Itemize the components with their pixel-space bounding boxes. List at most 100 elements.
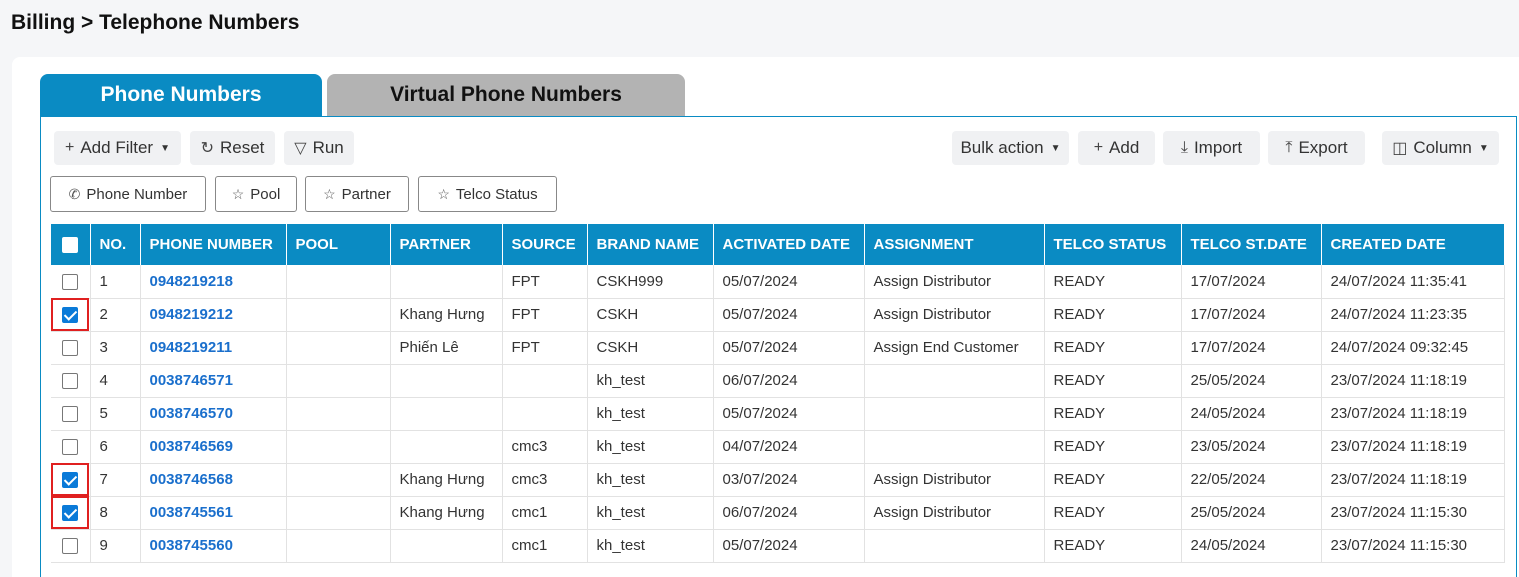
row-checkbox[interactable]	[62, 406, 79, 423]
col-header-partner[interactable]: PARTNER	[390, 224, 503, 265]
col-header-created-date[interactable]: CREATED DATE	[1321, 224, 1505, 265]
cell-partner	[390, 397, 503, 431]
row-checkbox[interactable]	[62, 538, 79, 555]
column-label: Column	[1413, 138, 1472, 157]
table-row[interactable]: 5 0038746570 kh_test 05/07/2024 READY 24/05/2…	[51, 397, 1505, 431]
table-row[interactable]: 2 0948219212 Khang Hưng FPT CSKH 05/07/2024 As…	[51, 298, 1505, 332]
star-icon: ☆	[231, 185, 245, 202]
cell-phone-number[interactable]: 0038746568	[140, 463, 287, 497]
plus-icon: +	[1093, 139, 1104, 156]
cell-source	[502, 364, 588, 398]
table-row[interactable]: 7 0038746568 Khang Hưng cmc3 kh_test 03/07/20…	[51, 463, 1505, 497]
bulk-action-label: Bulk action	[960, 138, 1044, 157]
tab-phone-numbers[interactable]: Phone Numbers	[40, 74, 322, 116]
run-button[interactable]: ▽ Run	[284, 131, 354, 165]
cell-phone-number[interactable]: 0948219218	[140, 265, 287, 299]
row-checkbox[interactable]	[62, 273, 79, 290]
caret-down-icon: ▼	[1050, 142, 1061, 154]
cell-phone-number[interactable]: 0038746571	[140, 364, 287, 398]
cell-no: 7	[90, 463, 141, 497]
cell-activated-date: 05/07/2024	[713, 529, 865, 563]
table-row[interactable]: 3 0948219211 Phiến Lê FPT CSKH 05/07/2024 Assi…	[51, 331, 1505, 365]
cell-brand-name: kh_test	[587, 529, 714, 563]
cell-phone-number[interactable]: 0038746570	[140, 397, 287, 431]
col-header-assignment[interactable]: ASSIGNMENT	[864, 224, 1045, 265]
select-all-checkbox[interactable]	[62, 237, 79, 254]
cell-telco-status: READY	[1044, 496, 1182, 530]
filter-chip-telco-status[interactable]: ☆ Telco Status	[418, 176, 557, 212]
filter-chip-label: Phone Number	[86, 185, 188, 203]
row-checkbox[interactable]	[62, 439, 79, 456]
cell-assignment	[864, 529, 1045, 563]
cell-assignment: Assign End Customer	[864, 331, 1045, 365]
row-select-cell	[51, 529, 91, 563]
column-button[interactable]: ◫ Column ▼	[1382, 131, 1499, 165]
bulk-action-button[interactable]: Bulk action ▼	[952, 131, 1069, 165]
add-button[interactable]: + Add	[1078, 131, 1155, 165]
cell-created-date: 23/07/2024 11:18:19	[1321, 463, 1505, 497]
col-header-pool[interactable]: POOL	[286, 224, 391, 265]
col-header-no[interactable]: NO.	[90, 224, 141, 265]
table-row[interactable]: 4 0038746571 kh_test 06/07/2024 READY 25/05/2…	[51, 364, 1505, 398]
cell-phone-number[interactable]: 0038745560	[140, 529, 287, 563]
row-select-cell	[51, 298, 91, 332]
col-header-source[interactable]: SOURCE	[502, 224, 588, 265]
cell-telco-st-date: 17/07/2024	[1181, 298, 1322, 332]
cell-phone-number[interactable]: 0038746569	[140, 430, 287, 464]
row-select-cell	[51, 265, 91, 299]
filter-chip-label: Telco Status	[455, 185, 538, 203]
cell-partner: Khang Hưng	[390, 298, 503, 332]
cell-partner	[390, 265, 503, 299]
cell-telco-status: READY	[1044, 331, 1182, 365]
cell-source: cmc1	[502, 496, 588, 530]
add-filter-button[interactable]: + Add Filter ▼	[54, 131, 181, 165]
cell-assignment: Assign Distributor	[864, 463, 1045, 497]
table-row[interactable]: 8 0038745561 Khang Hưng cmc1 kh_test 06/07/20…	[51, 496, 1505, 530]
table-row[interactable]: 9 0038745560 cmc1 kh_test 05/07/2024 READY 24/…	[51, 529, 1505, 563]
row-checkbox[interactable]	[62, 307, 79, 324]
cell-phone-number[interactable]: 0948219212	[140, 298, 287, 332]
cell-activated-date: 05/07/2024	[713, 265, 865, 299]
export-button[interactable]: ⤒ Export	[1268, 131, 1365, 165]
reset-button[interactable]: ↻ Reset	[190, 131, 275, 165]
run-label: Run	[312, 138, 344, 157]
cell-telco-st-date: 24/05/2024	[1181, 397, 1322, 431]
row-checkbox[interactable]	[62, 472, 79, 489]
cell-telco-st-date: 25/05/2024	[1181, 496, 1322, 530]
row-checkbox[interactable]	[62, 340, 79, 357]
row-select-cell	[51, 331, 91, 365]
cell-telco-st-date: 17/07/2024	[1181, 265, 1322, 299]
cell-phone-number[interactable]: 0038745561	[140, 496, 287, 530]
row-checkbox[interactable]	[62, 505, 79, 522]
col-header-activated-date[interactable]: ACTIVATED DATE	[713, 224, 865, 265]
row-checkbox[interactable]	[62, 373, 79, 390]
cell-assignment	[864, 364, 1045, 398]
col-header-phone-number[interactable]: PHONE NUMBER	[140, 224, 287, 265]
col-header-brand-name[interactable]: BRAND NAME	[587, 224, 714, 265]
cell-source: FPT	[502, 298, 588, 332]
col-header-telco-status[interactable]: TELCO STATUS	[1044, 224, 1182, 265]
row-select-cell	[51, 397, 91, 431]
cell-no: 4	[90, 364, 141, 398]
cell-no: 5	[90, 397, 141, 431]
cell-no: 3	[90, 331, 141, 365]
cell-brand-name: kh_test	[587, 364, 714, 398]
filter-chip-phone-number[interactable]: ✆ Phone Number	[50, 176, 206, 212]
cell-phone-number[interactable]: 0948219211	[140, 331, 287, 365]
export-label: Export	[1298, 138, 1348, 157]
cell-telco-status: READY	[1044, 430, 1182, 464]
cell-source: cmc1	[502, 529, 588, 563]
caret-down-icon: ▼	[160, 142, 170, 154]
cell-created-date: 23/07/2024 11:18:19	[1321, 430, 1505, 464]
col-header-telco-st-date[interactable]: TELCO ST.DATE	[1181, 224, 1322, 265]
table-row[interactable]: 1 0948219218 FPT CSKH999 05/07/2024 Assign Di…	[51, 265, 1505, 299]
cell-telco-st-date: 17/07/2024	[1181, 331, 1322, 365]
import-button[interactable]: ⤓ Import	[1163, 131, 1260, 165]
filter-chip-partner[interactable]: ☆ Partner	[305, 176, 409, 212]
cell-assignment: Assign Distributor	[864, 496, 1045, 530]
table-row[interactable]: 6 0038746569 cmc3 kh_test 04/07/2024 READY 23/…	[51, 430, 1505, 464]
filter-chip-pool[interactable]: ☆ Pool	[215, 176, 297, 212]
tab-virtual-phone-numbers[interactable]: Virtual Phone Numbers	[327, 74, 685, 116]
cell-brand-name: kh_test	[587, 397, 714, 431]
cell-created-date: 23/07/2024 11:15:30	[1321, 529, 1505, 563]
